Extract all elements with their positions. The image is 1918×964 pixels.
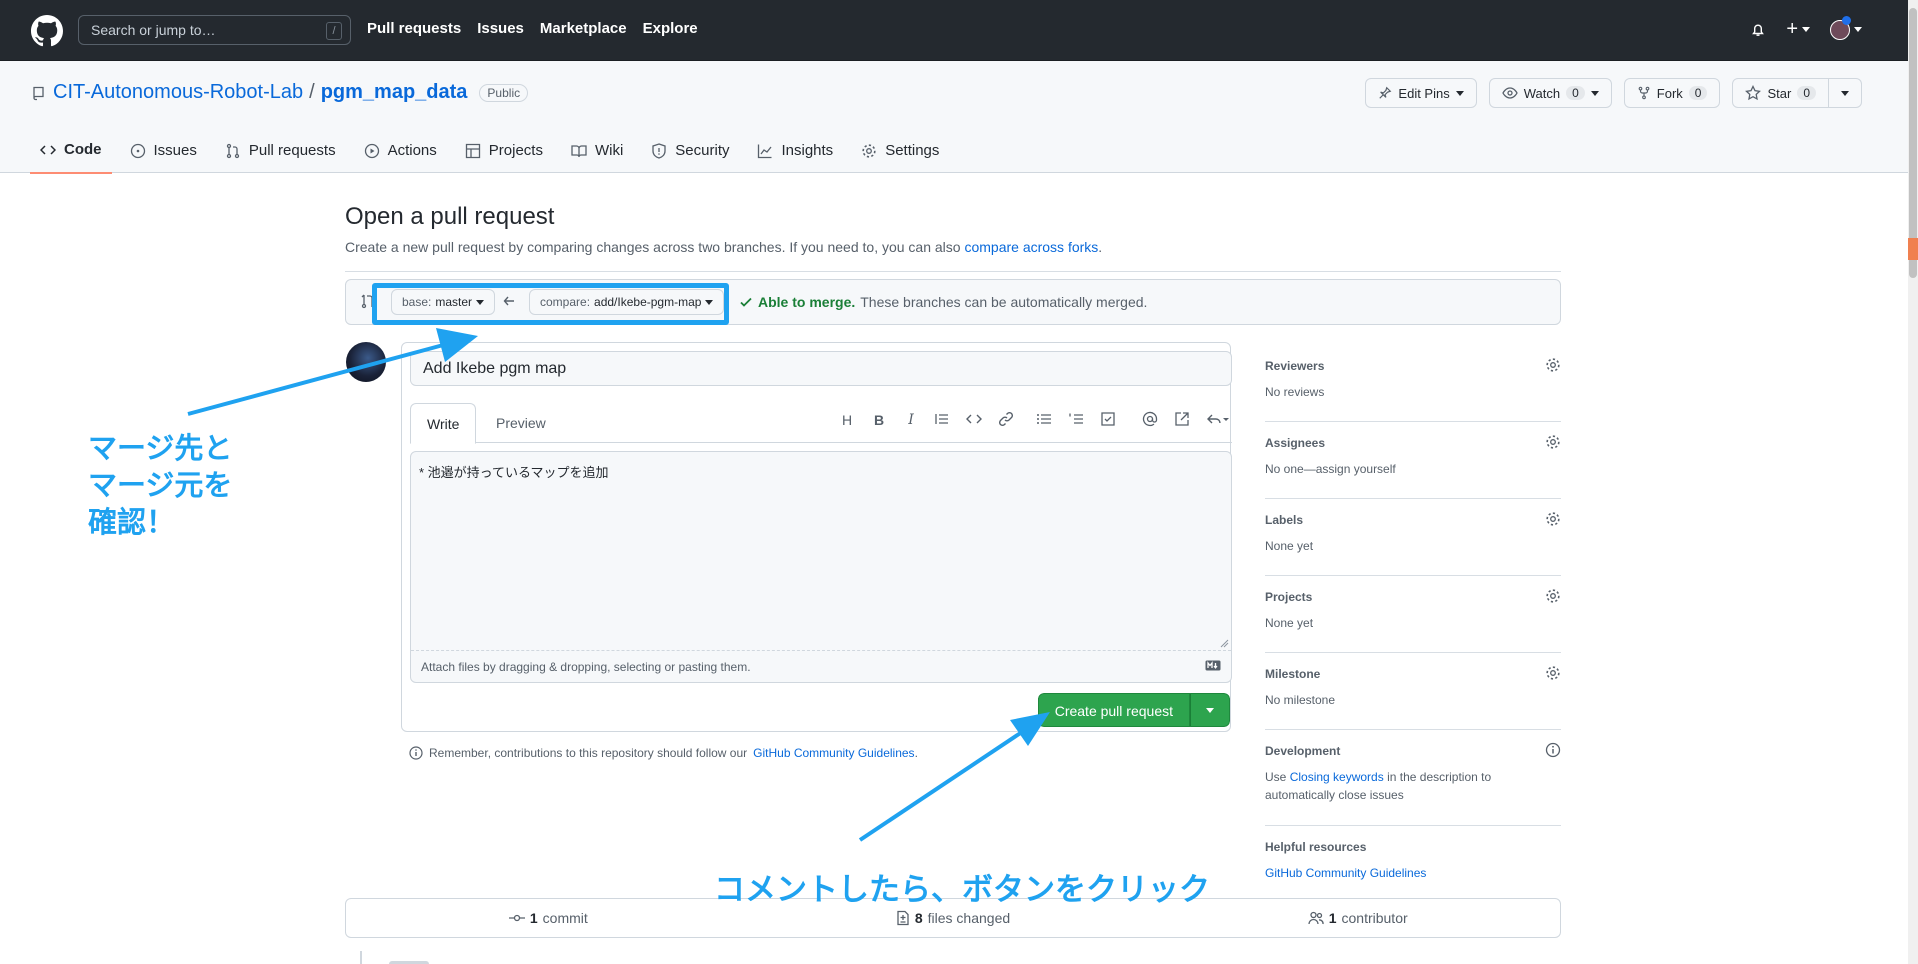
annotation-check-branches: マージ先と マージ元を 確認！ — [88, 431, 233, 539]
annotation-click-button: コメントしたら、ボタンをクリック — [714, 872, 1210, 908]
arrow-to-branches — [187, 328, 478, 416]
arrow-to-create-button — [858, 712, 1050, 842]
